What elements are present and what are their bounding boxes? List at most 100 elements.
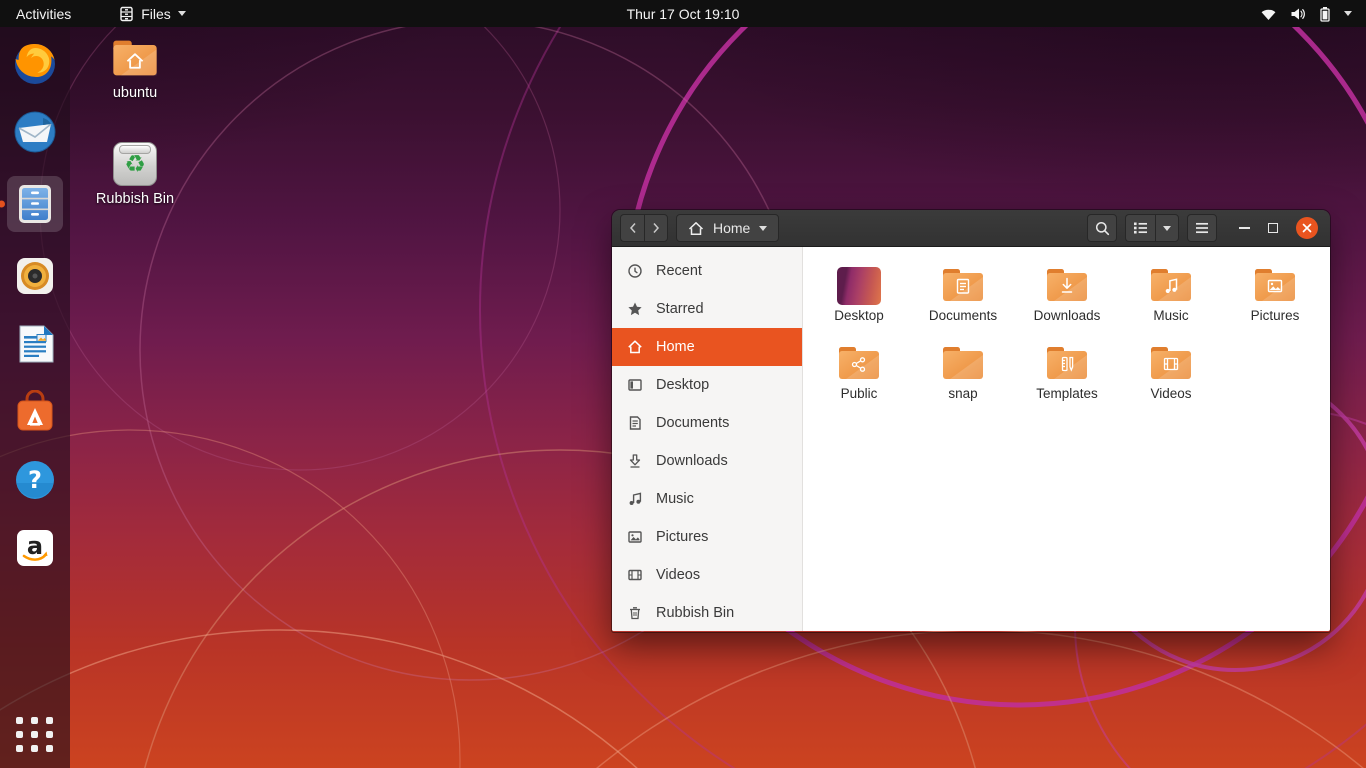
forward-button[interactable] [644, 214, 668, 242]
minimize-button[interactable] [1239, 227, 1250, 229]
activities-label: Activities [16, 5, 72, 22]
dock-item-amazon[interactable]: a [7, 524, 63, 572]
sidebar-label: Documents [656, 415, 730, 431]
dock-item-firefox[interactable] [7, 40, 63, 88]
maximize-button[interactable] [1268, 223, 1278, 233]
caret-down-icon [1163, 225, 1171, 231]
sidebar-item-recent[interactable]: Recent [612, 252, 802, 290]
folder-icon [943, 347, 983, 379]
folder-icon [839, 347, 879, 379]
chevron-right-icon [653, 223, 660, 233]
sidebar-item-documents[interactable]: Documents [612, 404, 802, 442]
dock-item-thunderbird[interactable] [7, 108, 63, 156]
file-label: Documents [928, 308, 998, 323]
back-button[interactable] [620, 214, 644, 242]
sidebar-label: Downloads [656, 453, 728, 469]
file-label: Downloads [1033, 308, 1101, 323]
sidebar: Recent Starred Home Desktop Documents Do… [612, 247, 803, 631]
path-button-home[interactable]: Home [676, 214, 780, 242]
close-icon [1302, 223, 1312, 233]
file-item-snap[interactable]: snap [911, 337, 1015, 415]
dock: ? a [0, 27, 70, 768]
desktop-icon-label: Rubbish Bin [95, 191, 175, 207]
rubbish-bin-icon: ♻ [113, 142, 157, 186]
dock-item-rhythmbox[interactable] [7, 252, 63, 300]
menu-button[interactable] [1187, 214, 1217, 242]
view-options-button[interactable] [1155, 214, 1179, 242]
sidebar-item-music[interactable]: Music [612, 480, 802, 518]
home-icon [688, 221, 704, 235]
sidebar-label: Desktop [656, 377, 710, 393]
desktop-icon-label: ubuntu [112, 85, 158, 101]
close-button[interactable] [1296, 217, 1318, 239]
top-bar: Activities Files Thur 17 Oct 19:10 [0, 0, 1366, 27]
folder-icon [1151, 347, 1191, 379]
file-item-downloads[interactable]: Downloads [1015, 259, 1119, 337]
app-grid-icon [31, 731, 38, 738]
file-item-pictures[interactable]: Pictures [1223, 259, 1327, 337]
music-note-icon [629, 492, 642, 505]
search-button[interactable] [1087, 214, 1117, 242]
activities-button[interactable]: Activities [0, 0, 87, 27]
desktop-wallpaper-thumb [837, 267, 881, 305]
file-item-desktop[interactable]: Desktop [807, 259, 911, 337]
sidebar-item-pictures[interactable]: Pictures [612, 518, 802, 556]
file-item-public[interactable]: Public [807, 337, 911, 415]
sidebar-label: Pictures [656, 529, 709, 545]
headerbar[interactable]: Home [612, 210, 1330, 247]
file-item-videos[interactable]: Videos [1119, 337, 1223, 415]
system-status-area[interactable] [1260, 6, 1366, 22]
minimize-icon [1239, 227, 1250, 229]
star-icon [628, 302, 642, 316]
dock-item-ubuntu-software[interactable] [7, 388, 63, 436]
firefox-icon [15, 44, 55, 84]
sidebar-item-desktop[interactable]: Desktop [612, 366, 802, 404]
file-label: Music [1153, 308, 1189, 323]
rhythmbox-speaker-icon [17, 258, 53, 294]
sidebar-item-downloads[interactable]: Downloads [612, 442, 802, 480]
show-applications-button[interactable] [16, 717, 54, 752]
help-question-icon: ? [16, 461, 54, 499]
sidebar-item-videos[interactable]: Videos [612, 556, 802, 594]
app-grid-icon [46, 745, 53, 752]
app-grid-icon [16, 717, 23, 724]
chevron-left-icon [629, 223, 636, 233]
file-grid: Desktop Documents Downloads Music Pictur… [803, 247, 1330, 631]
file-label: Videos [1150, 386, 1192, 401]
file-item-documents[interactable]: Documents [911, 259, 1015, 337]
rubbish-bin-icon [630, 607, 640, 620]
downloads-icon [629, 454, 641, 468]
recycle-symbol-icon: ♻ [124, 150, 146, 178]
volume-icon [1291, 8, 1305, 19]
caret-down-icon [1344, 11, 1352, 16]
sidebar-item-home[interactable]: Home [612, 328, 802, 366]
home-icon [628, 340, 642, 354]
app-menu-label: Files [141, 5, 171, 22]
list-view-button[interactable] [1125, 214, 1155, 242]
app-grid-icon [16, 745, 23, 752]
sidebar-item-starred[interactable]: Starred [612, 290, 802, 328]
app-menu-files[interactable]: Files [109, 0, 196, 27]
wifi-icon [1261, 9, 1276, 20]
desktop-icon-ubuntu[interactable]: ubuntu [92, 36, 178, 101]
hamburger-menu-icon [1196, 222, 1208, 234]
amazon-icon: a [17, 530, 53, 566]
recent-clock-icon [628, 264, 642, 278]
dock-item-help[interactable]: ? [7, 456, 63, 504]
folder-icon [943, 269, 983, 301]
sidebar-item-rubbish-bin[interactable]: Rubbish Bin [612, 594, 802, 631]
clock[interactable]: Thur 17 Oct 19:10 [0, 6, 1366, 22]
folder-icon [1047, 347, 1087, 379]
dock-item-files[interactable] [0, 176, 63, 232]
dock-item-libreoffice-writer[interactable] [7, 320, 63, 368]
sidebar-label: Recent [656, 263, 702, 279]
desktop-icon-rubbish-bin[interactable]: ♻ Rubbish Bin [92, 142, 178, 207]
sidebar-label: Home [656, 339, 695, 355]
file-item-templates[interactable]: Templates [1015, 337, 1119, 415]
caret-down-icon [177, 11, 186, 16]
file-item-music[interactable]: Music [1119, 259, 1223, 337]
folder-icon [1047, 269, 1087, 301]
search-icon [1095, 221, 1109, 235]
app-grid-icon [46, 731, 53, 738]
files-window: Home Recent Starred Home Desktop Documen… [612, 210, 1330, 632]
